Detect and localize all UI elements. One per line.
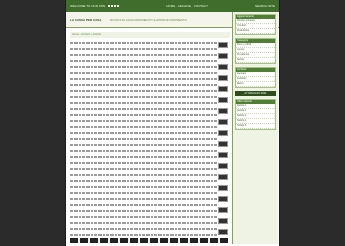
thumbnail-image[interactable]: [218, 174, 228, 180]
sidebar-link[interactable]: Sanità: [236, 58, 275, 63]
text-line: [70, 66, 218, 68]
sidebar-box: Archivio Gennaio Febbraio Marzo: [235, 67, 276, 88]
square-icon[interactable]: [114, 5, 117, 7]
text-line: [70, 126, 218, 128]
text-line: [70, 192, 218, 194]
text-line: [70, 186, 218, 188]
text-line: [70, 60, 218, 62]
top-icons: [108, 5, 120, 7]
top-navigation-bar: WELCOME TO OUR SITE HOME · ARCHIVE · CON…: [66, 0, 279, 12]
thumbnail-image[interactable]: [218, 130, 228, 136]
thumbnail-image[interactable]: [218, 75, 228, 81]
thumbnail-image[interactable]: [218, 196, 228, 202]
square-icon[interactable]: [111, 5, 114, 7]
text-line: [70, 138, 218, 140]
text-line: [70, 108, 218, 110]
sidebar-link[interactable]: Marzo: [236, 82, 275, 87]
text-line: [70, 72, 218, 74]
date-banner: 27 MAGGIO 2011: [235, 91, 276, 96]
square-icon[interactable]: [108, 5, 111, 7]
text-line: [70, 54, 218, 56]
text-line: [70, 96, 218, 98]
text-line: [70, 102, 218, 104]
text-line: [70, 48, 218, 50]
text-line: [70, 150, 218, 152]
sidebar-box-latest: Ultimi articoli Notizia 1 Notizia 2 Notizi…: [235, 99, 276, 130]
thumbnail-column: [218, 42, 230, 240]
thumbnail-image[interactable]: [218, 53, 228, 59]
text-line: [70, 42, 218, 44]
sidebar: Aggiornamenti Novità normative Circolari Mo…: [232, 12, 278, 244]
text-line: [70, 180, 218, 182]
top-center-links[interactable]: HOME · ARCHIVE · CONTACT: [166, 4, 208, 8]
thumbnail-image[interactable]: [218, 229, 228, 235]
thumbnail-image[interactable]: [218, 141, 228, 147]
thumbnail-image[interactable]: [218, 185, 228, 191]
text-line: [70, 204, 218, 206]
text-line: [70, 168, 218, 170]
article-body: Home › Archivio › Articolo: [70, 32, 230, 242]
text-line: [70, 120, 218, 122]
thumbnail-image[interactable]: [218, 64, 228, 70]
text-line: [70, 114, 218, 116]
thumbnail-image[interactable]: [218, 42, 228, 48]
top-left-text: WELCOME TO OUR SITE: [70, 4, 106, 8]
footer-strip: [70, 238, 228, 243]
text-line: [70, 144, 218, 146]
thumbnail-image[interactable]: [218, 119, 228, 125]
text-line: [70, 78, 218, 80]
text-line: [70, 174, 218, 176]
text-line: [70, 222, 218, 224]
sidebar-box: Aggiornamenti Novità normative Circolari Mo…: [235, 14, 276, 35]
text-line: [70, 132, 218, 134]
text-line: [70, 156, 218, 158]
text-line: [70, 84, 218, 86]
text-line: [70, 90, 218, 92]
site-logo[interactable]: LA CASSA PER CASA: [70, 18, 110, 22]
sidebar-link[interactable]: Notizia 5: [236, 124, 275, 129]
top-right-search[interactable]: SEARCH SITE: [255, 4, 275, 8]
thumbnail-image[interactable]: [218, 163, 228, 169]
text-line: [70, 162, 218, 164]
text-line: [70, 216, 218, 218]
thumbnail-image[interactable]: [218, 97, 228, 103]
article-text: [70, 42, 218, 246]
thumbnail-image[interactable]: [218, 218, 228, 224]
sidebar-link[interactable]: Modulistica: [236, 29, 275, 34]
text-line: [70, 210, 218, 212]
page: WELCOME TO OUR SITE HOME · ARCHIVE · CON…: [66, 0, 279, 246]
thumbnail-image[interactable]: [218, 108, 228, 114]
text-line: [70, 198, 218, 200]
square-icon[interactable]: [117, 5, 120, 7]
text-line: [70, 228, 218, 230]
thumbnail-image[interactable]: [218, 152, 228, 158]
thumbnail-image[interactable]: [218, 86, 228, 92]
thumbnail-image[interactable]: [218, 207, 228, 213]
text-line: [70, 234, 218, 236]
breadcrumb[interactable]: Home › Archivio › Articolo: [70, 32, 230, 38]
sidebar-box: Categorie Fisco e tributi Lavoro Previdenza…: [235, 38, 276, 64]
